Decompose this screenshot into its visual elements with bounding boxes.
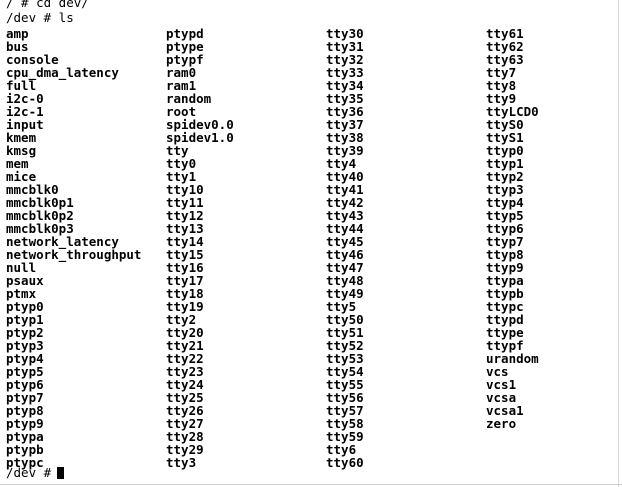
top-edge: [0, 0, 622, 2]
directory-listing: amp bus console cpu_dma_latency full i2c-0 i2c…: [6, 27, 616, 469]
cd-command-line: / # cd dev/: [6, 0, 89, 10]
ls-command-line: /dev # ls: [6, 10, 74, 25]
listing-column-4: tty61 tty62 tty63 tty7 tty8 tty9 ttyLCD0 ttyS0 t…: [486, 27, 622, 430]
listing-entry: amp: [6, 26, 29, 41]
terminal-window[interactable]: / # cd dev/ /dev # ls amp bus console cpu_d…: [0, 0, 622, 487]
listing-entry: spidev1.0: [166, 130, 234, 145]
bottom-edge: [0, 484, 622, 485]
listing-column-3: tty30 tty31 tty32 tty33 tty34 tty35 tty36 tty37…: [326, 27, 486, 469]
listing-entry: tty3: [166, 455, 197, 470]
listing-entry: tty60: [326, 455, 364, 470]
final-prompt-text: /dev #: [6, 465, 52, 480]
listing-entry: zero: [486, 416, 517, 431]
listing-column-2: ptypd ptype ptypf ram0 ram1 random root spidev0…: [166, 27, 326, 469]
right-edge: [618, 0, 619, 487]
final-prompt-line[interactable]: /dev #: [6, 465, 65, 480]
text-cursor: [57, 467, 65, 479]
listing-column-1: amp bus console cpu_dma_latency full i2c-0 i2c…: [6, 27, 166, 469]
listing-entry: kmsg: [6, 143, 37, 158]
